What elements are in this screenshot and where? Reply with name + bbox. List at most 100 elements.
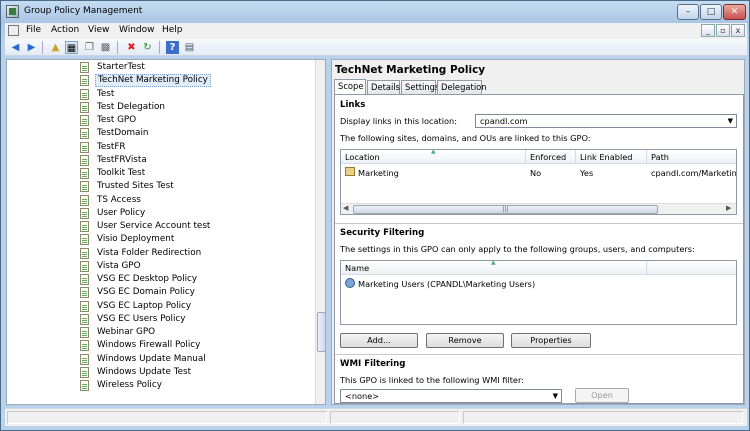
table-row[interactable]: Marketing No Yes cpandl.com/Marketing	[341, 166, 736, 179]
scroll-right-icon[interactable]: ▶	[726, 204, 731, 212]
links-hscroll-thumb[interactable]: |||	[353, 205, 658, 214]
gpo-icon	[80, 88, 89, 100]
menu-help[interactable]: Help	[162, 25, 183, 35]
properties-icon[interactable]: ▤	[183, 41, 196, 54]
toolbar-separator	[117, 41, 118, 54]
scope-panel: Links Display links in this location: cp…	[334, 94, 744, 404]
menu-file[interactable]: File	[26, 25, 41, 35]
minimize-button[interactable]: –	[677, 4, 699, 20]
tree-item-label: Vista Folder Redirection	[97, 247, 202, 258]
list-item[interactable]: Marketing Users (CPANDL\Marketing Users)	[341, 277, 647, 290]
wmi-filter-dropdown[interactable]: <none> ▼	[340, 389, 562, 403]
sort-arrow-icon: ▲	[491, 260, 496, 266]
gpo-icon	[80, 181, 89, 193]
add-button[interactable]: Add...	[340, 333, 418, 348]
refresh-icon[interactable]: ↻	[141, 41, 154, 54]
properties-button[interactable]: Properties	[511, 333, 591, 348]
column-enforced[interactable]: Enforced	[526, 150, 576, 164]
tree-item-label: Test Delegation	[97, 101, 165, 112]
menu-window[interactable]: Window	[119, 25, 155, 35]
gpo-tree: StarterTest TechNet Marketing Policy Test T…	[7, 60, 315, 404]
help-icon[interactable]: ?	[166, 41, 179, 54]
tree-scrollbar[interactable]	[315, 60, 325, 404]
tree-item-label: Visio Deployment	[97, 234, 175, 245]
wmi-description: This GPO is linked to the following WMI …	[340, 375, 524, 385]
security-list: Name ▲ Marketing Users (CPANDL\Marketing…	[340, 260, 737, 325]
gpo-icon	[80, 141, 89, 153]
gpo-icon	[80, 353, 89, 365]
links-hscrollbar[interactable]: ◀ ||| ▶	[341, 203, 736, 214]
display-links-label: Display links in this location:	[340, 116, 457, 126]
tree-item-label: TestFRVista	[97, 154, 147, 165]
menu-view[interactable]: View	[88, 25, 109, 35]
links-heading: Links	[340, 100, 366, 110]
open-button[interactable]: Open	[575, 388, 629, 403]
tab-scope[interactable]: Scope	[334, 79, 366, 94]
link-enabled: Yes	[580, 168, 594, 178]
security-filtering-heading: Security Filtering	[340, 228, 425, 238]
gpo-icon	[80, 194, 89, 206]
links-list: Location ▲ Enforced Link Enabled Path Ma…	[340, 149, 737, 215]
menu-bar: File Action View Window Help _ ▫ x	[5, 23, 747, 39]
maximize-button[interactable]: □	[700, 4, 722, 20]
tree-item-label: Windows Firewall Policy	[97, 340, 201, 351]
column-link-enabled[interactable]: Link Enabled	[576, 150, 647, 164]
copy-icon[interactable]: ❐	[83, 41, 96, 54]
details-pane: TechNet Marketing Policy Scope Details S…	[331, 59, 745, 405]
links-list-header: Location ▲ Enforced Link Enabled Path	[341, 150, 736, 164]
gpo-icon	[80, 154, 89, 166]
mdi-minimize-button[interactable]: _	[701, 24, 715, 37]
mdi-restore-button[interactable]: ▫	[716, 24, 730, 37]
security-principal: Marketing Users (CPANDL\Marketing Users)	[358, 279, 536, 289]
tree-item-label: User Service Account test	[97, 221, 211, 231]
sort-arrow-icon: ▲	[431, 149, 436, 155]
gpo-icon	[80, 327, 89, 338]
ou-folder-icon	[345, 167, 355, 176]
status-panel	[330, 411, 460, 424]
title-bar[interactable]: Group Policy Management – □ ✕	[1, 1, 749, 23]
tab-settings[interactable]: Settings	[401, 80, 439, 94]
link-path: cpandl.com/Marketing	[651, 168, 737, 178]
forward-icon[interactable]: ▶	[25, 41, 38, 54]
tree-scrollbar-thumb[interactable]	[317, 312, 325, 352]
toolbar-separator	[42, 41, 43, 54]
tree-item-label: Windows Update Test	[97, 366, 192, 377]
window-title: Group Policy Management	[24, 6, 143, 16]
link-enforced: No	[530, 168, 542, 178]
up-folder-icon[interactable]: ▲	[49, 41, 62, 54]
tab-delegation[interactable]: Delegation	[437, 80, 487, 94]
main-window: Group Policy Management – □ ✕ File Actio…	[0, 0, 750, 431]
gpo-icon	[80, 234, 89, 246]
gpo-icon	[80, 366, 89, 378]
close-button[interactable]: ✕	[723, 4, 746, 20]
chevron-down-icon: ▼	[727, 117, 733, 125]
app-icon	[6, 5, 19, 18]
show-hide-tree-icon[interactable]: ▦	[65, 41, 78, 54]
status-panel	[463, 411, 743, 424]
tab-details[interactable]: Details	[367, 80, 400, 94]
location-dropdown[interactable]: cpandl.com ▼	[475, 114, 737, 128]
gpo-icon	[80, 168, 89, 179]
gpo-icon	[80, 128, 89, 140]
console-tree-pane: StarterTest TechNet Marketing Policy Test T…	[6, 59, 326, 405]
system-menu-icon[interactable]	[8, 25, 19, 36]
tree-item-label: Webinar GPO	[97, 327, 156, 337]
tree-item-label: TestDomain	[97, 128, 149, 139]
remove-button[interactable]: Remove	[426, 333, 504, 348]
gpo-icon	[80, 287, 89, 299]
paste-icon[interactable]: ▩	[99, 41, 112, 54]
scroll-left-icon[interactable]: ◀	[343, 204, 348, 212]
gpo-icon	[80, 260, 89, 272]
tree-item-label: TestFR	[97, 141, 126, 152]
tree-item-label: Vista GPO	[97, 260, 141, 271]
delete-icon[interactable]: ✖	[125, 41, 138, 54]
column-path[interactable]: Path	[647, 150, 736, 164]
security-list-header: Name ▲	[341, 261, 736, 275]
back-icon[interactable]: ◀	[9, 41, 22, 54]
gpo-title: TechNet Marketing Policy	[335, 64, 486, 76]
mdi-close-button[interactable]: x	[731, 24, 745, 37]
gpo-icon	[80, 380, 89, 391]
menu-action[interactable]: Action	[51, 25, 79, 35]
status-bar	[5, 408, 747, 426]
toolbar-separator	[159, 41, 160, 54]
